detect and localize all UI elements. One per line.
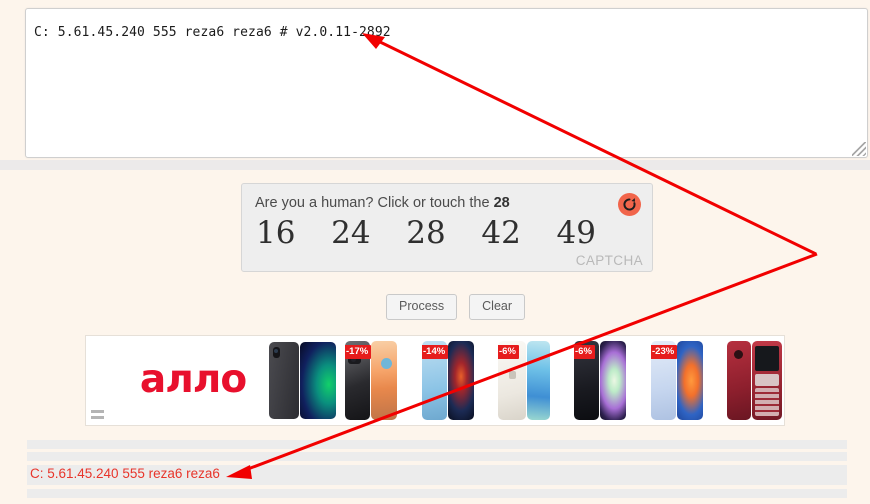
footer-row-1: [27, 440, 847, 449]
allo-logo: алло: [98, 356, 288, 402]
process-button[interactable]: Process: [386, 294, 458, 320]
captcha-target-number: 28: [493, 195, 510, 211]
discount-badge-5: -23%: [651, 345, 678, 359]
command-textarea-value: C: 5.61.45.240 555 reza6 reza6 # v2.0.11…: [34, 25, 391, 40]
allo-logo-text: алло: [139, 356, 247, 402]
captcha-number-list: 16 24 28 42 49: [256, 218, 596, 249]
captcha-option-3[interactable]: 42: [481, 218, 520, 249]
product-item-5[interactable]: -23%: [651, 341, 703, 420]
footer-status-text: C: 5.61.45.240 555 reza6 reza6: [30, 466, 220, 481]
captcha-option-1[interactable]: 24: [331, 218, 370, 249]
discount-badge-1: -17%: [345, 345, 372, 359]
captcha-widget: Are you a human? Click or touch the 28 1…: [241, 183, 653, 272]
captcha-brand-label: CAPTCHA: [575, 253, 643, 268]
captcha-option-2[interactable]: 28: [406, 218, 445, 249]
footer-status-row: C: 5.61.45.240 555 reza6 reza6: [27, 465, 847, 485]
product-item-6[interactable]: [727, 341, 783, 420]
discount-badge-4: -6%: [574, 345, 595, 359]
refresh-icon: [622, 197, 637, 212]
product-item-2[interactable]: -14%: [422, 341, 474, 420]
command-textarea[interactable]: C: 5.61.45.240 555 reza6 reza6 # v2.0.11…: [25, 8, 868, 158]
footer-row-3: [27, 489, 847, 498]
discount-badge-3: -6%: [498, 345, 519, 359]
drag-handle-icon[interactable]: [91, 410, 104, 419]
footer-row-2: [27, 452, 847, 461]
captcha-question-prefix: Are you a human? Click or touch the: [255, 195, 494, 211]
section-divider: [0, 160, 870, 170]
product-item-4[interactable]: -6%: [574, 341, 626, 420]
section-divider-2: [0, 170, 870, 173]
page-root: C: 5.61.45.240 555 reza6 reza6 # v2.0.11…: [0, 0, 870, 504]
product-item-1[interactable]: -17%: [345, 341, 397, 420]
action-button-row: Process Clear: [386, 294, 526, 320]
clear-button[interactable]: Clear: [469, 294, 526, 320]
captcha-option-4[interactable]: 49: [557, 218, 596, 249]
product-item-0[interactable]: [269, 341, 337, 420]
discount-badge-2: -14%: [422, 345, 449, 359]
product-item-3[interactable]: -6%: [498, 341, 550, 420]
resize-handle-icon[interactable]: [852, 142, 866, 156]
captcha-refresh-button[interactable]: [618, 193, 641, 216]
captcha-option-0[interactable]: 16: [256, 218, 295, 249]
captcha-question: Are you a human? Click or touch the 28: [255, 195, 510, 211]
product-carousel: алло -17% -14% -6% -6% -23%: [85, 335, 785, 426]
